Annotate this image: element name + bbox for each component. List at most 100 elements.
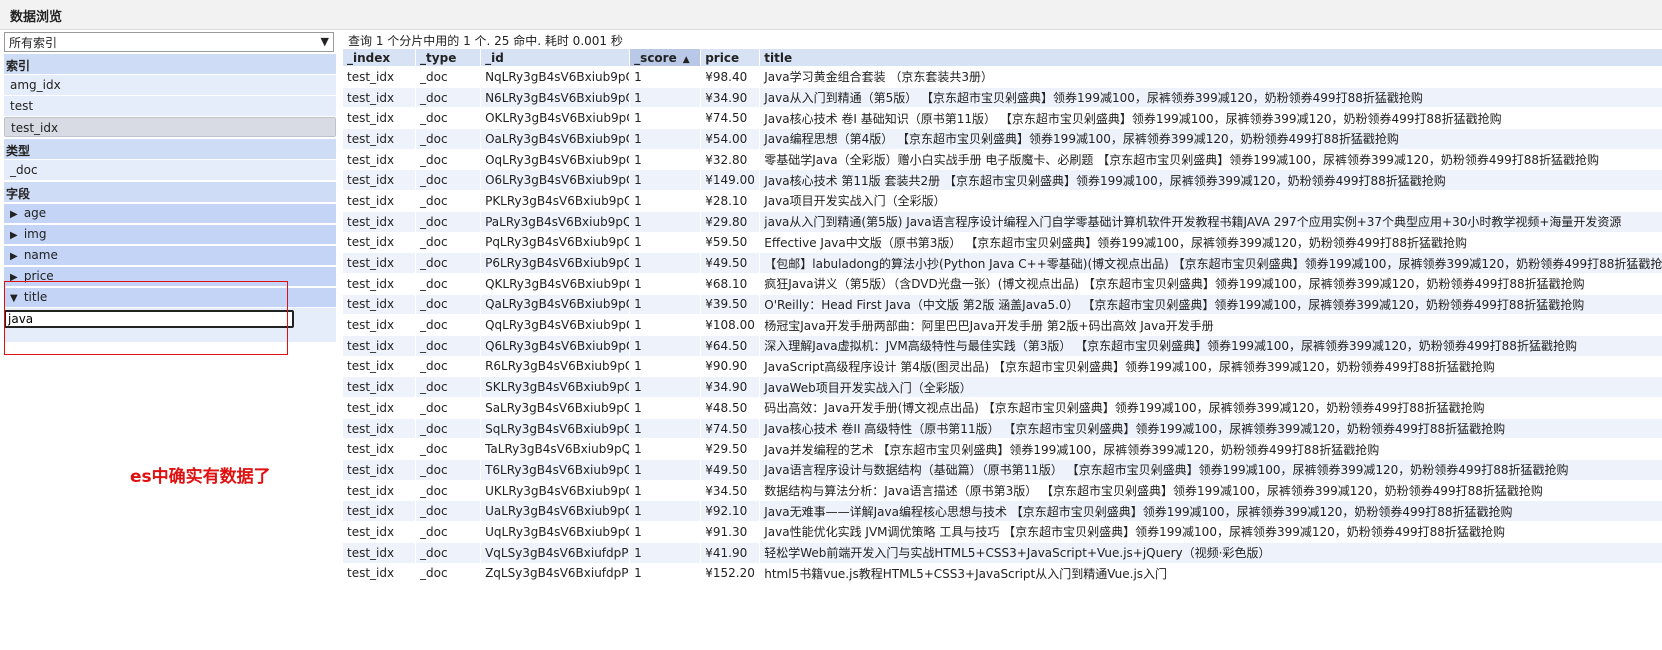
cell-title: 码出高效：Java开发手册(博文视点出品) 【京东超市宝贝剁盛典】领券199减1… [760, 398, 1662, 418]
cell-type: _doc [416, 398, 481, 418]
cell-id: SqLRy3gB4sV6Bxiub9pQ [481, 418, 630, 439]
results-panel: 查询 1 个分片中用的 1 个. 25 命中. 耗时 0.001 秒 _inde… [342, 32, 1662, 584]
cell-title: Java并发编程的艺术 【京东超市宝贝剁盛典】领券199减100，尿裤领券399… [760, 439, 1662, 460]
type-section-header: 类型 [4, 139, 336, 159]
table-row[interactable]: test_idx _doc PaLRy3gB4sV6Bxiub9pQ 1 ¥29.80 j… [343, 211, 1662, 232]
table-row[interactable]: test_idx _doc OKLRy3gB4sV6Bxiub9pQ 1 ¥74.50 J… [343, 108, 1662, 129]
cell-id: N6LRy3gB4sV6Bxiub9pQ [481, 87, 630, 108]
column-header-type[interactable]: _type [416, 49, 481, 66]
table-row[interactable]: test_idx _doc PKLRy3gB4sV6Bxiub9pQ 1 ¥28.10 J… [343, 191, 1662, 211]
table-row[interactable]: test_idx _doc ZqLSy3gB4sV6BxiufdpP 1 ¥152.20… [343, 563, 1662, 584]
cell-index: test_idx [343, 67, 416, 87]
cell-id: UaLRy3gB4sV6Bxiub9pQ [481, 501, 630, 522]
index-item-test[interactable]: test [4, 96, 336, 116]
field-age[interactable]: ▶ age [4, 204, 336, 223]
table-row[interactable]: test_idx _doc QaLRy3gB4sV6Bxiub9pQ 1 ¥39.50 O… [343, 294, 1662, 315]
cell-type: _doc [416, 542, 481, 563]
cell-id: O6LRy3gB4sV6Bxiub9pQ [481, 170, 630, 191]
table-header-row: _index _type _id _score ▲ price title [343, 49, 1662, 66]
page-header: 数据浏览 [0, 0, 1662, 30]
table-row[interactable]: test_idx _doc N6LRy3gB4sV6Bxiub9pQ 1 ¥34.90 J… [343, 87, 1662, 108]
cell-type: _doc [416, 439, 481, 460]
cell-index: test_idx [343, 129, 416, 149]
table-row[interactable]: test_idx _doc SaLRy3gB4sV6Bxiub9pQ 1 ¥48.50 码… [343, 398, 1662, 418]
table-row[interactable]: test_idx _doc O6LRy3gB4sV6Bxiub9pQ 1 ¥149.00… [343, 170, 1662, 191]
table-row[interactable]: test_idx _doc PqLRy3gB4sV6Bxiub9pQ 1 ¥59.50 E… [343, 232, 1662, 253]
cell-title: Java核心技术 第11版 套装共2册 【京东超市宝贝剁盛典】领券199减100… [760, 170, 1662, 191]
cell-index: test_idx [343, 418, 416, 439]
cell-score: 1 [630, 335, 701, 356]
page-title: 数据浏览 [10, 10, 63, 25]
index-select[interactable]: 所有索引 ▼ [4, 32, 334, 52]
cell-price: ¥29.80 [701, 211, 760, 232]
column-header-title[interactable]: title [760, 49, 1662, 66]
cell-title: 杨冠宝Java开发手册两部曲：阿里巴巴Java开发手册 第2版+码出高效 Jav… [760, 315, 1662, 335]
table-row[interactable]: test_idx _doc UqLRy3gB4sV6Bxiub9pQ 1 ¥91.30 J… [343, 522, 1662, 542]
cell-id: OaLRy3gB4sV6Bxiub9pQ [481, 129, 630, 149]
table-row[interactable]: test_idx _doc SKLRy3gB4sV6Bxiub9pQ 1 ¥34.90 J… [343, 377, 1662, 397]
cell-price: ¥90.90 [701, 356, 760, 377]
type-item-doc[interactable]: _doc [4, 160, 336, 180]
table-row[interactable]: test_idx _doc SqLRy3gB4sV6Bxiub9pQ 1 ¥74.50 J… [343, 418, 1662, 439]
table-row[interactable]: test_idx _doc TaLRy3gB4sV6Bxiub9pQ 1 ¥29.50 J… [343, 439, 1662, 460]
index-item-amg_idx[interactable]: amg_idx [4, 75, 336, 95]
cell-index: test_idx [343, 563, 416, 584]
cell-index: test_idx [343, 542, 416, 563]
cell-id: TaLRy3gB4sV6Bxiub9pQ [481, 439, 630, 460]
table-row[interactable]: test_idx _doc UaLRy3gB4sV6Bxiub9pQ 1 ¥92.10 J… [343, 501, 1662, 522]
cell-type: _doc [416, 149, 481, 170]
caret-right-icon: ▶ [10, 251, 18, 262]
cell-index: test_idx [343, 87, 416, 108]
cell-index: test_idx [343, 335, 416, 356]
table-row[interactable]: test_idx _doc P6LRy3gB4sV6Bxiub9pQ 1 ¥49.50 【… [343, 253, 1662, 273]
cell-score: 1 [630, 273, 701, 294]
field-name[interactable]: ▶ name [4, 246, 336, 265]
field-img[interactable]: ▶ img [4, 225, 336, 244]
cell-index: test_idx [343, 377, 416, 397]
table-row[interactable]: test_idx _doc QqLRy3gB4sV6Bxiub9pQ 1 ¥108.00… [343, 315, 1662, 335]
cell-id: OqLRy3gB4sV6Bxiub9pQ [481, 149, 630, 170]
cell-score: 1 [630, 501, 701, 522]
column-header-price[interactable]: price [701, 49, 760, 66]
cell-type: _doc [416, 294, 481, 315]
table-row[interactable]: test_idx _doc T6LRy3gB4sV6Bxiub9pQ 1 ¥49.50 J… [343, 460, 1662, 480]
cell-index: test_idx [343, 398, 416, 418]
table-row[interactable]: test_idx _doc UKLRy3gB4sV6Bxiub9pQ 1 ¥34.50 数… [343, 480, 1662, 501]
table-row[interactable]: test_idx _doc NqLRy3gB4sV6Bxiub9pQ 1 ¥98.40 J… [343, 67, 1662, 87]
cell-index: test_idx [343, 108, 416, 129]
results-table: _index _type _id _score ▲ price title tes… [342, 48, 1662, 584]
cell-price: ¥74.50 [701, 108, 760, 129]
table-row[interactable]: test_idx _doc OaLRy3gB4sV6Bxiub9pQ 1 ¥54.00 J… [343, 129, 1662, 149]
column-header-score[interactable]: _score ▲ [630, 49, 701, 66]
table-row[interactable]: test_idx _doc QKLRy3gB4sV6Bxiub9pQ 1 ¥68.10 疯… [343, 273, 1662, 294]
cell-score: 1 [630, 253, 701, 273]
table-row[interactable]: test_idx _doc Q6LRy3gB4sV6Bxiub9pQ 1 ¥64.50 深… [343, 335, 1662, 356]
cell-score: 1 [630, 294, 701, 315]
sort-ascending-icon: ▲ [682, 54, 690, 65]
column-header-id[interactable]: _id [481, 49, 630, 66]
cell-title: Effective Java中文版（原书第3版） 【京东超市宝贝剁盛典】领券19… [760, 232, 1662, 253]
table-row[interactable]: test_idx _doc OqLRy3gB4sV6Bxiub9pQ 1 ¥32.80 零… [343, 149, 1662, 170]
cell-type: _doc [416, 356, 481, 377]
index-item-test_idx[interactable]: test_idx [4, 117, 336, 137]
cell-score: 1 [630, 315, 701, 335]
cell-id: VqLSy3gB4sV6BxiufdpP [481, 542, 630, 563]
cell-score: 1 [630, 211, 701, 232]
cell-price: ¥34.90 [701, 87, 760, 108]
cell-type: _doc [416, 129, 481, 149]
cell-id: PKLRy3gB4sV6Bxiub9pQ [481, 191, 630, 211]
table-row[interactable]: test_idx _doc R6LRy3gB4sV6Bxiub9pQ 1 ¥90.90 J… [343, 356, 1662, 377]
cell-index: test_idx [343, 149, 416, 170]
cell-price: ¥32.80 [701, 149, 760, 170]
caret-right-icon: ▶ [10, 230, 18, 241]
cell-index: test_idx [343, 460, 416, 480]
cell-score: 1 [630, 149, 701, 170]
field-section-header: 字段 [4, 182, 336, 202]
cell-id: QqLRy3gB4sV6Bxiub9pQ [481, 315, 630, 335]
cell-price: ¥91.30 [701, 522, 760, 542]
table-row[interactable]: test_idx _doc VqLSy3gB4sV6BxiufdpP 1 ¥41.90 轻… [343, 542, 1662, 563]
cell-score: 1 [630, 542, 701, 563]
cell-price: ¥41.90 [701, 542, 760, 563]
column-header-index[interactable]: _index [343, 49, 416, 66]
query-summary: 查询 1 个分片中用的 1 个. 25 命中. 耗时 0.001 秒 [348, 34, 623, 48]
